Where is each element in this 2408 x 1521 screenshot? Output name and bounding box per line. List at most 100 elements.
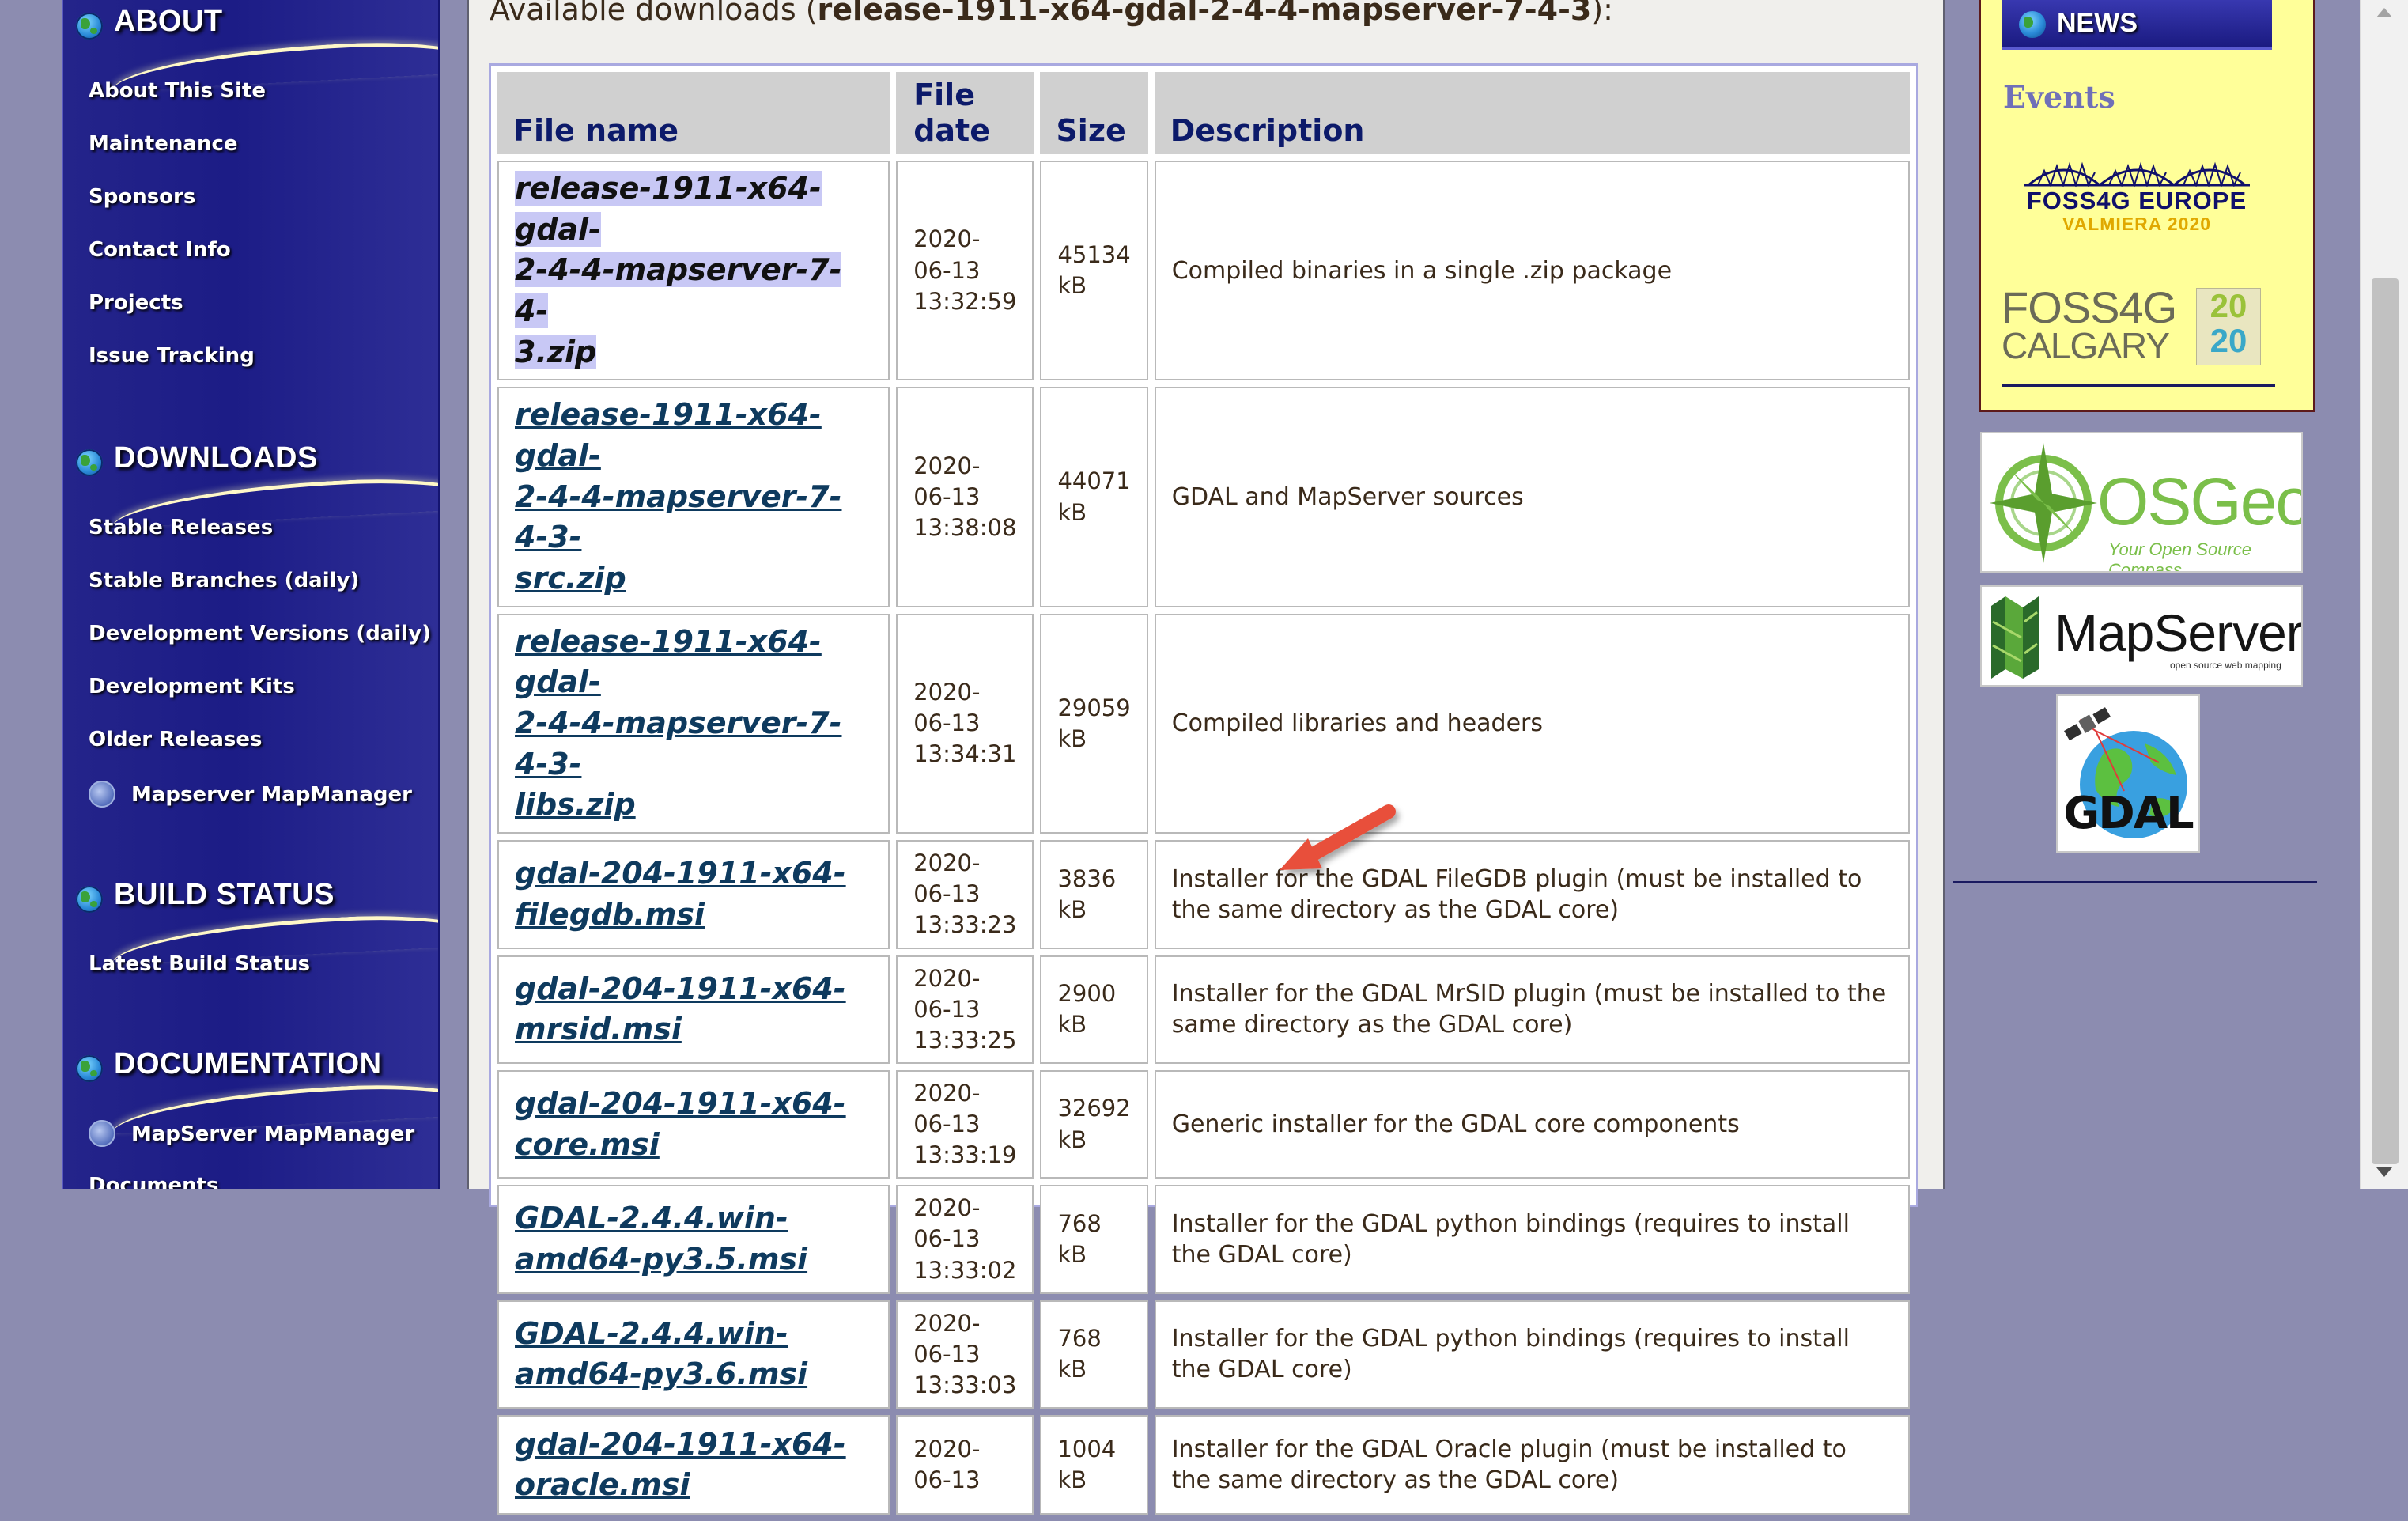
globe-icon <box>76 1055 103 1082</box>
foss4g-calgary-city: CALGARY <box>2002 325 2170 366</box>
nav-link-development-versions-daily[interactable]: Development Versions (daily) <box>89 622 431 645</box>
nav-link-sponsors[interactable]: Sponsors <box>89 185 195 209</box>
file-date-cell: 2020- 06-13 13:33:25 <box>896 955 1034 1064</box>
file-date-cell: 2020- 06-13 13:33:23 <box>896 840 1034 949</box>
nav-link-latest-build-status[interactable]: Latest Build Status <box>89 952 310 976</box>
globe-icon <box>76 449 103 476</box>
globe-icon <box>2019 11 2046 38</box>
file-name-selected[interactable]: release-1911-x64-gdal- 2-4-4-mapserver-7-… <box>515 171 842 369</box>
file-download-link[interactable]: GDAL-2.4.4.win-amd64-py3.5.msi <box>515 1201 807 1277</box>
file-download-link[interactable]: release-1911-x64-gdal- 2-4-4-mapserver-7-… <box>515 624 841 823</box>
nav-link-label: Development Kits <box>89 675 295 698</box>
file-description-cell: Installer for the GDAL python bindings (… <box>1154 1185 1910 1294</box>
nav-link-mapserver-mapmanager[interactable]: Mapserver MapManager <box>89 781 412 808</box>
nav-link-about-this-site[interactable]: About This Site <box>89 79 266 103</box>
file-description-cell: Generic installer for the GDAL core comp… <box>1154 1069 1910 1179</box>
scroll-down-icon[interactable] <box>2376 1167 2392 1177</box>
nav-link-maintenance[interactable]: Maintenance <box>89 132 238 156</box>
file-size-cell: 3836 kB <box>1040 840 1148 949</box>
downloads-heading: Available downloads (release-1911-x64-gd… <box>490 0 1613 27</box>
file-description-cell: Installer for the GDAL Oracle plugin (mu… <box>1154 1415 1910 1515</box>
file-name-cell: release-1911-x64-gdal- 2-4-4-mapserver-7-… <box>497 613 890 834</box>
foss4g-europe-title: FOSS4G EUROPE <box>2026 187 2247 214</box>
section-header-downloads: DOWNLOADS <box>63 437 438 528</box>
right-sidebar: NEWS Events FOSS4G EUROPE VALMIERA 2020 … <box>1953 0 2317 1189</box>
file-date-cell: 2020- 06-13 13:33:03 <box>896 1300 1034 1409</box>
file-size-cell: 44071 kB <box>1040 387 1148 607</box>
section-title: DOCUMENTATION <box>114 1047 382 1080</box>
nav-link-label: Contact Info <box>89 238 231 262</box>
foss4g-calgary-year: 20 20 <box>2196 288 2261 365</box>
news-header: NEWS <box>2002 0 2272 50</box>
nav-link-projects[interactable]: Projects <box>89 291 183 315</box>
file-date-cell: 2020- 06-13 <box>896 1415 1034 1515</box>
nav-link-label: Mapserver MapManager <box>131 783 412 807</box>
foss4g-calgary-logo[interactable]: FOSS4G CALGARY 20 20 <box>2002 282 2270 369</box>
nav-link-label: MapServer MapManager <box>131 1122 415 1146</box>
downloads-table-container: File name File date Size Description rele… <box>489 63 1918 1515</box>
scrollbar-thumb[interactable] <box>2372 278 2399 1164</box>
file-download-link[interactable]: gdal-204-1911-x64- oracle.msi <box>515 1427 846 1503</box>
downloads-table: File name File date Size Description rele… <box>491 66 1916 1521</box>
nav-link-label: Stable Releases <box>89 516 274 539</box>
table-row: gdal-204-1911-x64- oracle.msi 2020- 06-13 10… <box>497 1415 1910 1515</box>
file-date-cell: 2020- 06-13 13:33:02 <box>896 1185 1034 1294</box>
table-row: GDAL-2.4.4.win-amd64-py3.6.msi 2020- 06-13… <box>497 1300 1910 1409</box>
scroll-up-icon[interactable] <box>2376 8 2392 17</box>
nav-link-documents[interactable]: Documents <box>89 1174 219 1189</box>
section-title: BUILD STATUS <box>114 878 335 911</box>
osgeo-tagline: Your Open Source Compass <box>2108 539 2252 573</box>
table-row: gdal-204-1911-x64- filegdb.msi 2020- 06-13 1… <box>497 840 1910 949</box>
nav-link-issue-tracking[interactable]: Issue Tracking <box>89 344 255 368</box>
file-name-cell: release-1911-x64-gdal- 2-4-4-mapserver-7-… <box>497 161 890 381</box>
file-name-cell: gdal-204-1911-x64- core.msi <box>497 1069 890 1179</box>
bridge-icon <box>2024 161 2250 188</box>
file-download-link[interactable]: GDAL-2.4.4.win-amd64-py3.6.msi <box>515 1316 807 1392</box>
file-size-cell: 32692 kB <box>1040 1069 1148 1179</box>
file-name-cell: gdal-204-1911-x64- filegdb.msi <box>497 840 890 949</box>
table-row: release-1911-x64-gdal- 2-4-4-mapserver-7-… <box>497 613 1910 834</box>
file-name-cell: GDAL-2.4.4.win-amd64-py3.6.msi <box>497 1300 890 1409</box>
nav-link-mapserver-mapmanager[interactable]: MapServer MapManager <box>89 1120 414 1147</box>
gdal-logo[interactable]: GDAL <box>2056 694 2200 853</box>
nav-link-stable-branches-daily[interactable]: Stable Branches (daily) <box>89 569 359 592</box>
section-header-build-status: BUILD STATUS <box>63 873 438 965</box>
osgeo-logo[interactable]: OSGeo Your Open Source Compass <box>1980 432 2303 573</box>
nav-link-label: About This Site <box>89 79 266 103</box>
file-download-link[interactable]: gdal-204-1911-x64- core.msi <box>515 1086 846 1162</box>
file-size-cell: 1004 kB <box>1040 1415 1148 1515</box>
mapserver-icon <box>1991 596 2039 679</box>
file-download-link[interactable]: gdal-204-1911-x64- mrsid.msi <box>515 971 846 1047</box>
mapserver-logo[interactable]: MapServer open source web mapping <box>1980 585 2303 687</box>
globe-icon <box>76 886 103 913</box>
foss4g-europe-logo[interactable]: FOSS4G EUROPE VALMIERA 2020 <box>2021 157 2253 239</box>
file-download-link[interactable]: gdal-204-1911-x64- filegdb.msi <box>515 856 846 932</box>
nav-link-label: Older Releases <box>89 728 263 751</box>
page-scrollbar[interactable] <box>2360 0 2408 1189</box>
nav-link-label: Documents <box>89 1174 219 1189</box>
file-size-cell: 768 kB <box>1040 1300 1148 1409</box>
news-box: NEWS Events FOSS4G EUROPE VALMIERA 2020 … <box>1979 0 2315 412</box>
foss4g-europe-subtitle: VALMIERA 2020 <box>2062 214 2212 234</box>
nav-link-older-releases[interactable]: Older Releases <box>89 728 262 751</box>
file-name-cell: release-1911-x64-gdal- 2-4-4-mapserver-7-… <box>497 387 890 607</box>
nav-link-stable-releases[interactable]: Stable Releases <box>89 516 273 539</box>
compass-icon <box>1990 443 2097 563</box>
column-header-description: Description <box>1154 72 1910 154</box>
file-size-cell: 2900 kB <box>1040 955 1148 1064</box>
table-header-row: File name File date Size Description <box>497 72 1910 154</box>
file-description-cell: Installer for the GDAL python bindings (… <box>1154 1300 1910 1409</box>
table-row: gdal-204-1911-x64- core.msi 2020- 06-13 13:3… <box>497 1069 1910 1179</box>
section-title: ABOUT <box>114 5 223 38</box>
file-description-cell: Compiled binaries in a single .zip packa… <box>1154 161 1910 381</box>
file-description-cell: GDAL and MapServer sources <box>1154 387 1910 607</box>
news-title: NEWS <box>2057 8 2138 38</box>
nav-link-label: Sponsors <box>89 185 196 209</box>
file-name-cell: gdal-204-1911-x64- oracle.msi <box>497 1415 890 1515</box>
mapserver-tagline: open source web mapping <box>2170 660 2281 671</box>
nav-link-label: Maintenance <box>89 132 238 156</box>
file-name-cell: GDAL-2.4.4.win-amd64-py3.5.msi <box>497 1185 890 1294</box>
file-download-link[interactable]: release-1911-x64-gdal- 2-4-4-mapserver-7-… <box>515 397 841 596</box>
nav-link-contact-info[interactable]: Contact Info <box>89 238 231 262</box>
nav-link-development-kits[interactable]: Development Kits <box>89 675 295 698</box>
